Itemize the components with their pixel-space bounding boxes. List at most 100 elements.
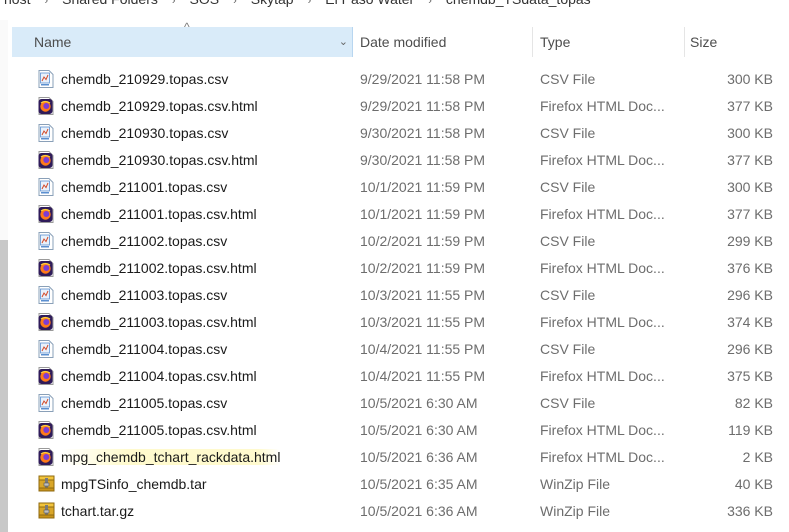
file-date-modified: 10/5/2021 6:36 AM (360, 449, 478, 465)
file-name[interactable]: chemdb_210929.topas.csv.html (61, 98, 258, 114)
file-date-modified: 10/1/2021 11:59 PM (360, 179, 486, 195)
chevron-down-icon[interactable]: ⌄ (339, 27, 348, 57)
file-row[interactable]: mpg_chemdb_tchart_rackdata.html 10/5/2021… (0, 444, 789, 471)
file-date-modified: 10/3/2021 11:55 PM (360, 314, 486, 330)
file-row[interactable]: chemdb_210930.topas.csv.html 9/30/2021 11… (0, 147, 789, 174)
file-type: CSV File (540, 395, 596, 411)
file-row[interactable]: mpgTSinfo_chemdb.tar 10/5/2021 6:35 AM Win… (0, 471, 789, 498)
file-date-modified: 9/29/2021 11:58 PM (360, 71, 486, 87)
breadcrumb-item[interactable]: SOS (186, 0, 224, 7)
file-type: WinZip File (540, 503, 611, 519)
file-date-modified: 10/4/2021 11:55 PM (360, 341, 486, 357)
breadcrumb-item[interactable]: host (0, 0, 34, 7)
file-type: CSV File (540, 179, 596, 195)
file-type: Firefox HTML Doc... (540, 314, 665, 330)
file-name[interactable]: chemdb_211003.topas.csv (61, 287, 227, 303)
file-size: 336 KB (727, 503, 773, 519)
file-name[interactable]: tchart.tar.gz (61, 503, 134, 519)
file-size: 377 KB (727, 206, 773, 222)
file-size: 296 KB (727, 341, 773, 357)
file-row[interactable]: chemdb_211002.topas.csv 10/2/2021 11:59 P… (0, 228, 789, 255)
chevron-right-icon[interactable]: › (162, 0, 186, 7)
firefox-html-icon (38, 259, 54, 277)
file-name[interactable]: chemdb_211002.topas.csv (61, 233, 227, 249)
file-row[interactable]: chemdb_211004.topas.csv.html 10/4/2021 11… (0, 363, 789, 390)
file-date-modified: 10/2/2021 11:59 PM (360, 233, 486, 249)
file-type: Firefox HTML Doc... (540, 206, 665, 222)
file-size: 375 KB (727, 368, 773, 384)
file-row[interactable]: chemdb_210929.topas.csv.html 9/29/2021 11… (0, 93, 789, 120)
file-name[interactable]: chemdb_211004.topas.csv.html (61, 368, 257, 384)
file-name[interactable]: chemdb_211003.topas.csv.html (61, 314, 257, 330)
chevron-right-icon[interactable]: › (418, 0, 442, 7)
file-name[interactable]: chemdb_210930.topas.csv.html (61, 152, 258, 168)
chevron-right-icon[interactable]: › (34, 0, 58, 7)
csv-file-icon (38, 70, 54, 88)
file-name[interactable]: chemdb_211002.topas.csv.html (61, 260, 257, 276)
file-type: CSV File (540, 233, 596, 249)
file-type: CSV File (540, 341, 596, 357)
file-date-modified: 9/29/2021 11:58 PM (360, 98, 486, 114)
file-row[interactable]: chemdb_210930.topas.csv 9/30/2021 11:58 P… (0, 120, 789, 147)
file-date-modified: 9/30/2021 11:58 PM (360, 152, 486, 168)
file-name[interactable]: mpg_chemdb_tchart_rackdata.html (61, 449, 281, 465)
file-row[interactable]: chemdb_211004.topas.csv 10/4/2021 11:55 P… (0, 336, 789, 363)
breadcrumb[interactable]: host›Shared Folders›SOS›Skytap›El Paso W… (0, 0, 789, 11)
file-size: 374 KB (727, 314, 773, 330)
file-row[interactable]: chemdb_211001.topas.csv.html 10/1/2021 11… (0, 201, 789, 228)
file-name[interactable]: chemdb_210930.topas.csv (61, 125, 228, 141)
file-type: Firefox HTML Doc... (540, 98, 665, 114)
file-type: Firefox HTML Doc... (540, 422, 665, 438)
file-size: 119 KB (728, 422, 773, 438)
file-type: CSV File (540, 287, 596, 303)
column-header-date-modified[interactable]: Date modified (354, 27, 533, 57)
file-name[interactable]: chemdb_211004.topas.csv (61, 341, 227, 357)
firefox-html-icon (38, 97, 54, 115)
winzip-archive-icon (38, 475, 55, 493)
firefox-html-icon (38, 151, 54, 169)
file-row[interactable]: chemdb_211003.topas.csv 10/3/2021 11:55 P… (0, 282, 789, 309)
breadcrumb-item[interactable]: chemdb_TSdata_topas (442, 0, 595, 7)
file-name[interactable]: mpgTSinfo_chemdb.tar (61, 476, 207, 492)
csv-file-icon (38, 124, 54, 142)
file-name[interactable]: chemdb_211001.topas.csv (61, 179, 227, 195)
file-type: Firefox HTML Doc... (540, 449, 665, 465)
file-type: CSV File (540, 125, 596, 141)
file-name[interactable]: chemdb_211001.topas.csv.html (61, 206, 257, 222)
file-date-modified: 10/5/2021 6:30 AM (360, 395, 478, 411)
file-row[interactable]: tchart.tar.gz 10/5/2021 6:36 AM WinZip Fil… (0, 498, 789, 525)
file-row[interactable]: chemdb_211003.topas.csv.html 10/3/2021 11… (0, 309, 789, 336)
file-type: Firefox HTML Doc... (540, 152, 665, 168)
column-header-type[interactable]: Type (533, 27, 685, 57)
winzip-archive-icon (38, 502, 55, 520)
breadcrumb-item[interactable]: Skytap (247, 0, 298, 7)
file-row[interactable]: chemdb_211002.topas.csv.html 10/2/2021 11… (0, 255, 789, 282)
column-header-name[interactable]: ^ Name ⌄ (12, 20, 353, 57)
chevron-right-icon[interactable]: › (298, 0, 322, 7)
file-row[interactable]: chemdb_211005.topas.csv.html 10/5/2021 6:… (0, 417, 789, 444)
file-row[interactable]: chemdb_211005.topas.csv 10/5/2021 6:30 AM… (0, 390, 789, 417)
file-list: chemdb_210929.topas.csv 9/29/2021 11:58 P… (0, 66, 789, 525)
file-date-modified: 9/30/2021 11:58 PM (360, 125, 486, 141)
file-date-modified: 10/4/2021 11:55 PM (360, 368, 486, 384)
file-type: Firefox HTML Doc... (540, 260, 665, 276)
column-header-size[interactable]: Size (685, 27, 789, 57)
chevron-right-icon[interactable]: › (223, 0, 247, 7)
file-size: 377 KB (727, 152, 773, 168)
file-row[interactable]: chemdb_210929.topas.csv 9/29/2021 11:58 P… (0, 66, 789, 93)
breadcrumb-item[interactable]: El Paso Water (321, 0, 418, 7)
file-row[interactable]: chemdb_211001.topas.csv 10/1/2021 11:59 P… (0, 174, 789, 201)
firefox-html-icon (38, 367, 54, 385)
file-date-modified: 10/1/2021 11:59 PM (360, 206, 486, 222)
breadcrumb-item[interactable]: Shared Folders (58, 0, 162, 7)
csv-file-icon (38, 178, 54, 196)
file-date-modified: 10/3/2021 11:55 PM (360, 287, 486, 303)
firefox-html-icon (38, 313, 54, 331)
file-type: CSV File (540, 71, 596, 87)
file-name[interactable]: chemdb_211005.topas.csv (61, 395, 227, 411)
file-size: 40 KB (734, 476, 773, 492)
file-type: Firefox HTML Doc... (540, 368, 665, 384)
file-size: 300 KB (727, 71, 773, 87)
file-name[interactable]: chemdb_210929.topas.csv (61, 71, 228, 87)
file-name[interactable]: chemdb_211005.topas.csv.html (61, 422, 257, 438)
